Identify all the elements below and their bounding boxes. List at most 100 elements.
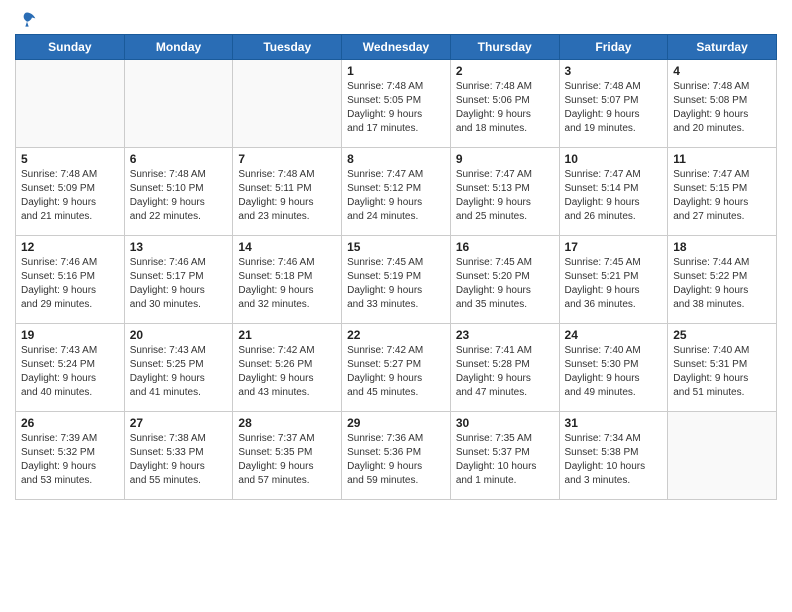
cal-cell-12: 12 Sunrise: 7:46 AM Sunset: 5:16 PM Dayli… — [16, 236, 125, 324]
cal-cell-17: 17 Sunrise: 7:45 AM Sunset: 5:21 PM Dayli… — [559, 236, 668, 324]
day-header-friday: Friday — [559, 35, 668, 60]
cell-info: Sunrise: 7:43 AM Sunset: 5:25 PM Dayligh… — [130, 344, 228, 400]
cell-info: Sunrise: 7:47 AM Sunset: 5:14 PM Dayligh… — [565, 168, 663, 224]
header — [15, 10, 777, 26]
day-number: 11 — [673, 152, 771, 166]
day-header-tuesday: Tuesday — [233, 35, 342, 60]
cal-cell-4: 4 Sunrise: 7:48 AM Sunset: 5:08 PM Daylig… — [668, 60, 777, 148]
cell-info: Sunrise: 7:38 AM Sunset: 5:33 PM Dayligh… — [130, 432, 228, 488]
cell-info: Sunrise: 7:36 AM Sunset: 5:36 PM Dayligh… — [347, 432, 445, 488]
cell-info: Sunrise: 7:42 AM Sunset: 5:26 PM Dayligh… — [238, 344, 336, 400]
cal-cell-21: 21 Sunrise: 7:42 AM Sunset: 5:26 PM Dayli… — [233, 324, 342, 412]
day-number: 9 — [456, 152, 554, 166]
cell-info: Sunrise: 7:45 AM Sunset: 5:19 PM Dayligh… — [347, 256, 445, 312]
cell-info: Sunrise: 7:41 AM Sunset: 5:28 PM Dayligh… — [456, 344, 554, 400]
day-number: 2 — [456, 64, 554, 78]
cal-cell-5: 5 Sunrise: 7:48 AM Sunset: 5:09 PM Daylig… — [16, 148, 125, 236]
day-number: 12 — [21, 240, 119, 254]
cell-info: Sunrise: 7:34 AM Sunset: 5:38 PM Dayligh… — [565, 432, 663, 488]
cal-cell-29: 29Sunrise: 7:36 AM Sunset: 5:36 PM Dayli… — [342, 412, 451, 500]
day-number: 21 — [238, 328, 336, 342]
day-number: 4 — [673, 64, 771, 78]
day-number: 13 — [130, 240, 228, 254]
cal-cell-6: 6 Sunrise: 7:48 AM Sunset: 5:10 PM Daylig… — [124, 148, 233, 236]
cal-cell-25: 25 Sunrise: 7:40 AM Sunset: 5:31 PM Dayli… — [668, 324, 777, 412]
day-header-monday: Monday — [124, 35, 233, 60]
day-header-wednesday: Wednesday — [342, 35, 451, 60]
calendar-page: SundayMondayTuesdayWednesdayThursdayFrid… — [0, 0, 792, 612]
cell-info: Sunrise: 7:46 AM Sunset: 5:18 PM Dayligh… — [238, 256, 336, 312]
cal-cell-22: 22 Sunrise: 7:42 AM Sunset: 5:27 PM Dayli… — [342, 324, 451, 412]
cal-cell-2: 2 Sunrise: 7:48 AM Sunset: 5:06 PM Daylig… — [450, 60, 559, 148]
cell-info: Sunrise: 7:48 AM Sunset: 5:05 PM Dayligh… — [347, 80, 445, 136]
day-number: 6 — [130, 152, 228, 166]
cell-info: Sunrise: 7:35 AM Sunset: 5:37 PM Dayligh… — [456, 432, 554, 488]
cal-cell-20: 20 Sunrise: 7:43 AM Sunset: 5:25 PM Dayli… — [124, 324, 233, 412]
cal-cell-30: 30 Sunrise: 7:35 AM Sunset: 5:37 PM Dayli… — [450, 412, 559, 500]
cal-cell-7: 7 Sunrise: 7:48 AM Sunset: 5:11 PM Daylig… — [233, 148, 342, 236]
cal-cell-9: 9Sunrise: 7:47 AM Sunset: 5:13 PM Daylig… — [450, 148, 559, 236]
cell-info: Sunrise: 7:40 AM Sunset: 5:31 PM Dayligh… — [673, 344, 771, 400]
cal-cell-8: 8Sunrise: 7:47 AM Sunset: 5:12 PM Daylig… — [342, 148, 451, 236]
cal-cell-24: 24 Sunrise: 7:40 AM Sunset: 5:30 PM Dayli… — [559, 324, 668, 412]
cell-info: Sunrise: 7:48 AM Sunset: 5:06 PM Dayligh… — [456, 80, 554, 136]
day-number: 20 — [130, 328, 228, 342]
cell-info: Sunrise: 7:40 AM Sunset: 5:30 PM Dayligh… — [565, 344, 663, 400]
cal-cell-empty-0-1 — [124, 60, 233, 148]
cal-cell-1: 1 Sunrise: 7:48 AM Sunset: 5:05 PM Daylig… — [342, 60, 451, 148]
cell-info: Sunrise: 7:42 AM Sunset: 5:27 PM Dayligh… — [347, 344, 445, 400]
cell-info: Sunrise: 7:37 AM Sunset: 5:35 PM Dayligh… — [238, 432, 336, 488]
day-number: 10 — [565, 152, 663, 166]
day-number: 26 — [21, 416, 119, 430]
day-number: 28 — [238, 416, 336, 430]
calendar-table: SundayMondayTuesdayWednesdayThursdayFrid… — [15, 34, 777, 500]
day-number: 24 — [565, 328, 663, 342]
cell-info: Sunrise: 7:48 AM Sunset: 5:10 PM Dayligh… — [130, 168, 228, 224]
cal-cell-27: 27 Sunrise: 7:38 AM Sunset: 5:33 PM Dayli… — [124, 412, 233, 500]
day-number: 16 — [456, 240, 554, 254]
cal-cell-31: 31 Sunrise: 7:34 AM Sunset: 5:38 PM Dayli… — [559, 412, 668, 500]
cal-cell-3: 3 Sunrise: 7:48 AM Sunset: 5:07 PM Daylig… — [559, 60, 668, 148]
logo — [15, 10, 37, 26]
day-number: 27 — [130, 416, 228, 430]
cal-cell-empty-0-0 — [16, 60, 125, 148]
cal-cell-15: 15Sunrise: 7:45 AM Sunset: 5:19 PM Dayli… — [342, 236, 451, 324]
cal-cell-19: 19 Sunrise: 7:43 AM Sunset: 5:24 PM Dayli… — [16, 324, 125, 412]
day-number: 3 — [565, 64, 663, 78]
cell-info: Sunrise: 7:48 AM Sunset: 5:08 PM Dayligh… — [673, 80, 771, 136]
cell-info: Sunrise: 7:46 AM Sunset: 5:17 PM Dayligh… — [130, 256, 228, 312]
cal-cell-13: 13 Sunrise: 7:46 AM Sunset: 5:17 PM Dayli… — [124, 236, 233, 324]
cell-info: Sunrise: 7:45 AM Sunset: 5:20 PM Dayligh… — [456, 256, 554, 312]
cal-cell-10: 10 Sunrise: 7:47 AM Sunset: 5:14 PM Dayli… — [559, 148, 668, 236]
cal-cell-28: 28 Sunrise: 7:37 AM Sunset: 5:35 PM Dayli… — [233, 412, 342, 500]
day-number: 31 — [565, 416, 663, 430]
cal-cell-empty-4-6 — [668, 412, 777, 500]
cal-cell-empty-0-2 — [233, 60, 342, 148]
cell-info: Sunrise: 7:48 AM Sunset: 5:07 PM Dayligh… — [565, 80, 663, 136]
cell-info: Sunrise: 7:46 AM Sunset: 5:16 PM Dayligh… — [21, 256, 119, 312]
day-number: 18 — [673, 240, 771, 254]
day-number: 25 — [673, 328, 771, 342]
day-header-thursday: Thursday — [450, 35, 559, 60]
cell-info: Sunrise: 7:47 AM Sunset: 5:15 PM Dayligh… — [673, 168, 771, 224]
cell-info: Sunrise: 7:47 AM Sunset: 5:12 PM Dayligh… — [347, 168, 445, 224]
day-number: 7 — [238, 152, 336, 166]
day-number: 22 — [347, 328, 445, 342]
day-number: 17 — [565, 240, 663, 254]
cell-info: Sunrise: 7:48 AM Sunset: 5:11 PM Dayligh… — [238, 168, 336, 224]
cal-cell-11: 11 Sunrise: 7:47 AM Sunset: 5:15 PM Dayli… — [668, 148, 777, 236]
day-number: 14 — [238, 240, 336, 254]
day-number: 30 — [456, 416, 554, 430]
cell-info: Sunrise: 7:48 AM Sunset: 5:09 PM Dayligh… — [21, 168, 119, 224]
day-number: 1 — [347, 64, 445, 78]
cal-cell-16: 16 Sunrise: 7:45 AM Sunset: 5:20 PM Dayli… — [450, 236, 559, 324]
cal-cell-23: 23Sunrise: 7:41 AM Sunset: 5:28 PM Dayli… — [450, 324, 559, 412]
cell-info: Sunrise: 7:43 AM Sunset: 5:24 PM Dayligh… — [21, 344, 119, 400]
cell-info: Sunrise: 7:45 AM Sunset: 5:21 PM Dayligh… — [565, 256, 663, 312]
day-number: 5 — [21, 152, 119, 166]
day-header-saturday: Saturday — [668, 35, 777, 60]
cell-info: Sunrise: 7:39 AM Sunset: 5:32 PM Dayligh… — [21, 432, 119, 488]
cell-info: Sunrise: 7:44 AM Sunset: 5:22 PM Dayligh… — [673, 256, 771, 312]
cal-cell-18: 18 Sunrise: 7:44 AM Sunset: 5:22 PM Dayli… — [668, 236, 777, 324]
day-number: 19 — [21, 328, 119, 342]
